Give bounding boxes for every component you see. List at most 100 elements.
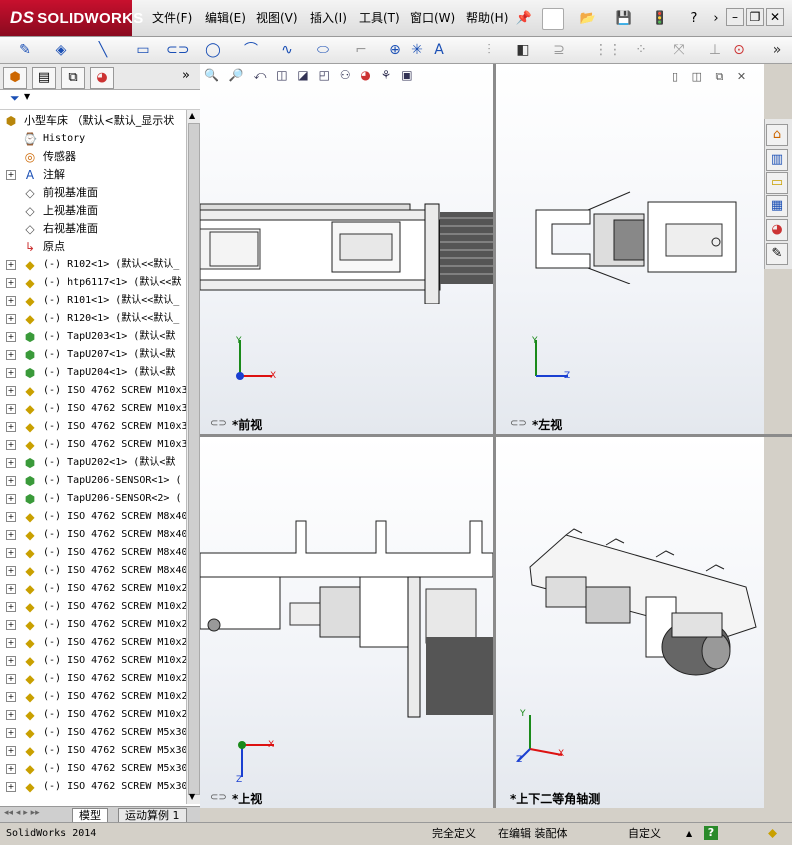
move-entities-icon[interactable]: ⤧ (668, 40, 690, 60)
tree-item[interactable]: ◎ 传感器 (0, 148, 186, 166)
tree-item[interactable]: ⌚ History (0, 130, 186, 148)
expand-toggle-icon[interactable]: + (6, 746, 16, 756)
tree-item[interactable]: + ⬢ (-) TapU206-SENSOR<2> ( (0, 490, 186, 508)
tree-item[interactable]: + ◆ (-) ISO 4762 SCREW M10x2 (0, 652, 186, 670)
open-folder-icon[interactable]: 📂 (578, 8, 598, 28)
expand-toggle-icon[interactable]: + (6, 692, 16, 702)
expand-toggle-icon[interactable]: + (6, 674, 16, 684)
pushpin-icon[interactable]: 📌 (514, 8, 534, 28)
task-pane-custom-properties-icon[interactable]: ✎ (766, 243, 788, 265)
viewport-close-icon[interactable]: ✕ (737, 70, 746, 83)
point-icon[interactable]: ✳ (406, 40, 428, 60)
viewport-left[interactable]: Y Z ⊂⊃ *左视 ▯ ◫ ⧉ ✕ (496, 64, 764, 434)
expand-arrow-icon[interactable]: › (706, 8, 726, 28)
tree-item[interactable]: + ◆ (-) ISO 4762 SCREW M5x30 (0, 724, 186, 742)
tree-item[interactable]: + ◆ (-) htp6117<1> (默认<<默 (0, 274, 186, 292)
expand-toggle-icon[interactable]: + (6, 782, 16, 792)
offset-icon[interactable]: ⊇ (548, 40, 570, 60)
section-view-icon[interactable]: ◫ (276, 68, 287, 82)
tree-item[interactable]: + ◆ (-) ISO 4762 SCREW M10x2 (0, 580, 186, 598)
expand-toggle-icon[interactable]: + (6, 584, 16, 594)
save-icon[interactable]: 💾 (614, 8, 634, 28)
expand-toggle-icon[interactable]: + (6, 314, 16, 324)
zoom-area-icon[interactable]: 🔎 (229, 68, 244, 82)
expand-toggle-icon[interactable]: + (6, 332, 16, 342)
plane-icon[interactable]: ⊕ (384, 40, 406, 60)
tree-item[interactable]: + ◆ (-) ISO 4762 SCREW M10x3 (0, 382, 186, 400)
tree-item[interactable]: + ◆ (-) ISO 4762 SCREW M10x3 (0, 418, 186, 436)
menu-help[interactable]: 帮助(H) (466, 10, 508, 26)
expand-toggle-icon[interactable]: + (6, 476, 16, 486)
feature-manager-tab-icon[interactable]: ⬢ (3, 67, 27, 89)
smart-dimension-icon[interactable]: ◈ (50, 40, 72, 60)
units-dropdown-icon[interactable]: ▲ (686, 826, 696, 838)
link-view-icon[interactable]: ⊂⊃ (210, 792, 227, 803)
scene-icon[interactable]: ⚘ (381, 68, 392, 82)
tree-item[interactable]: + ◆ (-) ISO 4762 SCREW M8x40 (0, 544, 186, 562)
ellipse-icon[interactable]: ⬭ (312, 40, 334, 60)
tree-item[interactable]: + ◆ (-) ISO 4762 SCREW M10x3 (0, 436, 186, 454)
expand-toggle-icon[interactable]: + (6, 620, 16, 630)
status-help-icon[interactable]: ? (704, 826, 718, 840)
view-settings-icon[interactable]: ▣ (401, 68, 412, 82)
tree-item[interactable]: + ◆ (-) ISO 4762 SCREW M5x30 (0, 778, 186, 796)
menu-edit[interactable]: 编辑(E) (205, 10, 246, 26)
spline-icon[interactable]: ∿ (276, 40, 298, 60)
scroll-down-arrow-icon[interactable]: ▼ (189, 792, 195, 801)
tree-item[interactable]: ↳ 原点 (0, 238, 186, 256)
more-tools-icon[interactable]: » (766, 40, 788, 60)
solidworks-logo[interactable]: DS SOLIDWORKS (0, 0, 143, 36)
expand-toggle-icon[interactable]: + (6, 260, 16, 270)
expand-toggle-icon[interactable]: + (6, 566, 16, 576)
configuration-manager-tab-icon[interactable]: ⧉ (61, 67, 85, 89)
tree-item[interactable]: + ◆ (-) ISO 4762 SCREW M10x3 (0, 400, 186, 418)
menu-window[interactable]: 窗口(W) (410, 10, 455, 26)
linear-pattern-icon[interactable]: ⁘ (630, 40, 652, 60)
hide-show-icon[interactable]: ⚇ (340, 68, 351, 82)
task-pane-view-palette-icon[interactable]: ▦ (766, 195, 788, 217)
expand-toggle-icon[interactable]: + (6, 350, 16, 360)
task-pane-design-library-icon[interactable]: ▥ (766, 149, 788, 171)
tree-item[interactable]: + ◆ (-) ISO 4762 SCREW M10x2 (0, 688, 186, 706)
expand-toggle-icon[interactable]: + (6, 440, 16, 450)
tree-item[interactable]: + ⬢ (-) TapU207<1> (默认<默 (0, 346, 186, 364)
panel-more-icon[interactable]: » (182, 68, 190, 83)
tree-item[interactable]: + ◆ (-) ISO 4762 SCREW M5x30 (0, 760, 186, 778)
tree-item[interactable]: + ◆ (-) ISO 4762 SCREW M10x2 (0, 616, 186, 634)
relations-icon[interactable]: ⊥ (704, 40, 726, 60)
tag-icon[interactable]: ⬥ (768, 826, 777, 842)
view-orientation-icon[interactable]: ◪ (297, 68, 308, 82)
tree-item[interactable]: + ◆ (-) ISO 4762 SCREW M8x40 (0, 508, 186, 526)
expand-toggle-icon[interactable]: + (6, 710, 16, 720)
expand-toggle-icon[interactable]: + (6, 602, 16, 612)
previous-view-icon[interactable]: ⤺ (254, 68, 267, 82)
viewport-front[interactable]: 🔍 🔎 ⤺ ◫ ◪ ◰ ⚇ ◕ ⚘ ▣ Y X ⊂⊃ *前视 (200, 64, 493, 434)
expand-toggle-icon[interactable]: + (6, 422, 16, 432)
tree-item[interactable]: + ◆ (-) ISO 4762 SCREW M5x30 (0, 742, 186, 760)
repair-sketch-icon[interactable]: ⊙ (728, 40, 750, 60)
zoom-to-fit-icon[interactable]: 🔍 (204, 68, 219, 82)
close-button[interactable]: ✕ (766, 8, 784, 26)
expand-toggle-icon[interactable]: + (6, 764, 16, 774)
rebuild-traffic-light-icon[interactable]: 🚦 (650, 8, 670, 28)
tree-item[interactable]: + ◆ (-) ISO 4762 SCREW M8x40 (0, 526, 186, 544)
tree-scrollbar[interactable]: ▲ ▼ (186, 110, 200, 804)
fillet-icon[interactable]: ⌐ (350, 40, 372, 60)
task-pane-appearances-icon[interactable]: ◕ (766, 219, 788, 241)
expand-toggle-icon[interactable]: + (6, 656, 16, 666)
appearance-icon[interactable]: ◕ (360, 68, 370, 82)
help-question-icon[interactable]: ? (684, 8, 704, 28)
expand-toggle-icon[interactable]: + (6, 512, 16, 522)
menu-view[interactable]: 视图(V) (256, 10, 298, 26)
expand-toggle-icon[interactable]: + (6, 638, 16, 648)
rectangle-icon[interactable]: ▭ (132, 40, 154, 60)
expand-toggle-icon[interactable]: + (6, 548, 16, 558)
tree-item[interactable]: + ⬢ (-) TapU203<1> (默认<默 (0, 328, 186, 346)
menu-tools[interactable]: 工具(T) (359, 10, 400, 26)
expand-toggle-icon[interactable]: + (6, 170, 16, 180)
line-icon[interactable]: ╲ (92, 40, 114, 60)
tree-item[interactable]: + ◆ (-) ISO 4762 SCREW M10x2 (0, 706, 186, 724)
expand-toggle-icon[interactable]: + (6, 530, 16, 540)
viewport-isometric[interactable]: Y X Z *上下二等角轴测 (496, 437, 764, 808)
text-icon[interactable]: A (428, 40, 450, 60)
